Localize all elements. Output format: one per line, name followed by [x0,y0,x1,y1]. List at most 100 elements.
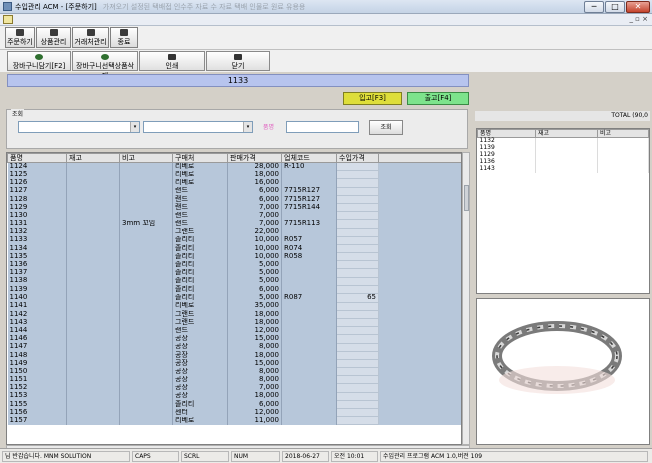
table-cell[interactable] [281,310,337,319]
table-cell[interactable]: 졸리티 [172,252,228,261]
table-cell[interactable] [336,375,379,385]
cart-column-header[interactable]: 재고 [535,129,598,138]
table-cell[interactable] [66,302,120,311]
table-cell[interactable]: 1131 [7,219,67,228]
table-cell[interactable] [119,392,173,401]
table-row[interactable]: 1146 공장 15,000 [7,334,461,344]
cart-row[interactable]: 1136 [477,158,649,166]
table-cell[interactable] [66,203,120,212]
table-cell[interactable] [66,244,120,253]
table-cell[interactable] [281,228,337,237]
table-cell[interactable]: 12,000 [227,408,282,417]
table-cell[interactable]: R074 [281,244,337,253]
table-cell[interactable] [281,211,337,220]
table-cell[interactable] [281,416,337,425]
table-row[interactable]: 1153 공장 18,000 [7,391,461,401]
table-cell[interactable]: 5,000 [227,268,282,278]
table-row[interactable]: 1134 졸리티 10,000 R074 [7,243,461,254]
table-cell[interactable]: 1146 [7,334,67,344]
table-cell[interactable]: 18,000 [227,318,282,327]
grid-column-header[interactable]: 업체코드 [281,153,337,163]
table-cell[interactable] [336,383,379,393]
table-cell[interactable] [66,211,120,220]
table-cell[interactable] [281,351,337,360]
table-cell[interactable] [119,416,173,425]
table-cell[interactable]: 공장 [172,383,228,393]
table-cell[interactable]: 랜드 [172,187,228,196]
table-cell[interactable]: 7715R113 [281,219,337,228]
table-cell[interactable] [336,276,379,286]
table-cell[interactable]: 1138 [7,277,67,286]
table-cell[interactable] [119,302,173,311]
table-cell[interactable]: 1129 [7,203,67,212]
table-row[interactable]: 1138 졸리티 5,000 [7,276,461,286]
mdi-window-buttons[interactable]: _ ▫ × [629,15,648,23]
table-cell[interactable] [336,186,379,196]
table-cell[interactable]: 11,000 [227,416,282,425]
table-cell[interactable]: 1139 [7,285,67,294]
table-cell[interactable] [336,235,379,245]
table-cell[interactable] [119,343,173,352]
table-cell[interactable]: 18,000 [227,351,282,360]
table-cell[interactable]: 졸리티 [172,236,228,245]
table-cell[interactable]: 센터 [172,408,228,417]
cart-column-header[interactable]: 비고 [597,129,649,138]
table-cell[interactable] [119,211,173,220]
cart-row[interactable]: 1143 [477,165,649,173]
table-cell[interactable]: 1143 [7,318,67,327]
table-cell[interactable] [119,236,173,245]
table-cell[interactable] [336,326,379,336]
table-cell[interactable]: 랜드 [172,219,228,228]
table-cell[interactable] [119,285,173,294]
table-cell[interactable]: 7,000 [227,203,282,212]
table-cell[interactable]: 공장 [172,367,228,376]
grid-column-header[interactable]: 수입가격 [336,153,379,163]
table-row[interactable]: 1137 졸리티 5,000 [7,268,461,278]
table-cell[interactable]: 6,000 [227,195,282,204]
table-cell[interactable]: 5,000 [227,277,282,286]
table-cell[interactable] [281,277,337,286]
cart-cell[interactable]: 1143 [477,165,536,173]
table-cell[interactable]: 8,000 [227,367,282,376]
order-button[interactable]: 주문하기 [5,27,35,48]
table-cell[interactable] [119,195,173,204]
table-cell[interactable]: 1125 [7,170,67,179]
table-cell[interactable]: 공장 [172,359,228,368]
cart-row[interactable]: 1129 [477,151,649,159]
table-cell[interactable]: 6,000 [227,187,282,196]
table-row[interactable]: 1149 공장 15,000 [7,358,461,369]
table-cell[interactable] [66,228,120,237]
table-cell[interactable]: 65 [336,293,379,303]
table-cell[interactable] [281,268,337,278]
table-cell[interactable] [281,400,337,409]
table-cell[interactable] [281,375,337,384]
table-cell[interactable]: 5,000 [227,260,282,269]
table-cell[interactable]: 15,000 [227,334,282,344]
table-cell[interactable]: 졸리티 [172,285,228,294]
exit-button[interactable]: 종료 [110,27,138,48]
table-cell[interactable]: 1151 [7,375,67,384]
table-row[interactable]: 1142 그랜드 18,000 [7,309,461,319]
close-window-button[interactable]: ✕ [626,1,650,13]
table-cell[interactable] [119,178,173,188]
table-cell[interactable] [119,375,173,384]
table-cell[interactable] [66,195,120,204]
table-cell[interactable]: 졸리티 [172,260,228,269]
table-cell[interactable]: 공장 [172,375,228,384]
table-cell[interactable]: 22,000 [227,228,282,237]
table-cell[interactable] [66,359,120,368]
stock-in-button[interactable]: 입고[F3] [343,92,402,105]
table-cell[interactable] [336,252,379,262]
table-cell[interactable] [281,408,337,417]
table-cell[interactable] [66,178,120,188]
table-cell[interactable]: 1130 [7,211,67,220]
scroll-thumb[interactable] [464,185,469,211]
table-cell[interactable] [119,408,173,417]
table-cell[interactable]: 1127 [7,187,67,196]
table-cell[interactable] [336,219,379,229]
table-cell[interactable]: 1152 [7,383,67,393]
table-cell[interactable] [336,334,379,344]
table-cell[interactable] [336,367,379,377]
table-cell[interactable] [336,260,379,270]
table-cell[interactable] [119,203,173,212]
